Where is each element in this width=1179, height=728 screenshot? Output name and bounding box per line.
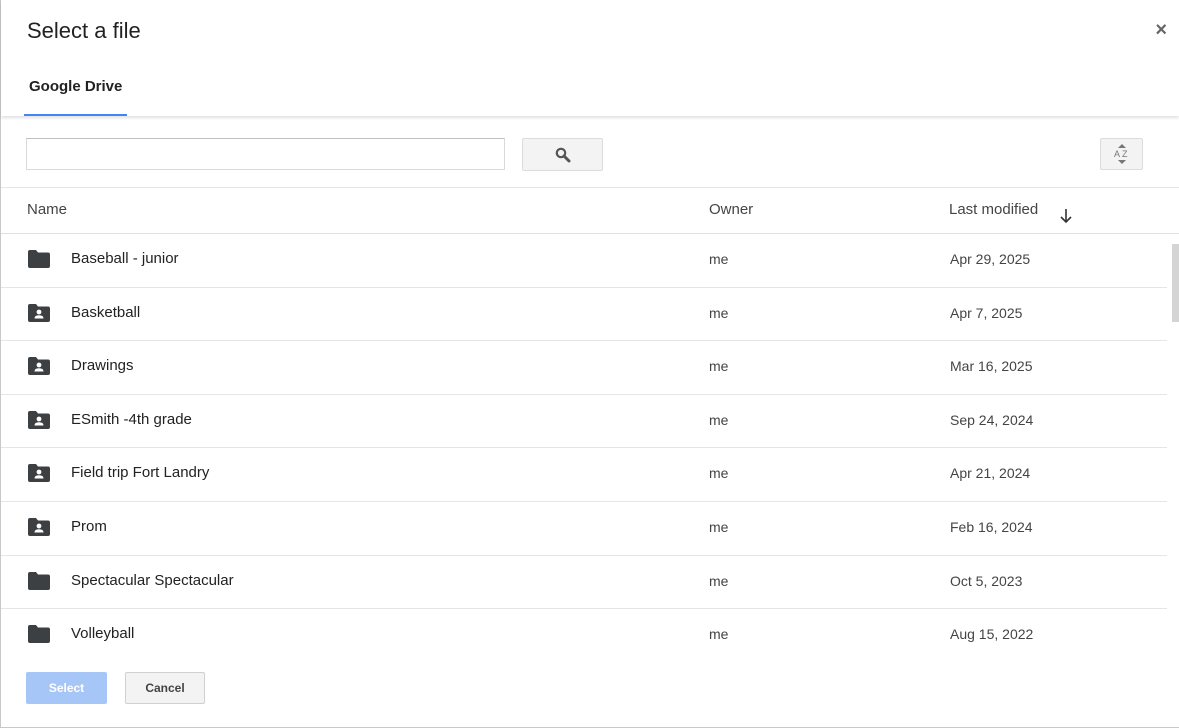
file-row[interactable]: Spectacular Spectacular me Oct 5, 2023 bbox=[1, 556, 1167, 610]
dialog-footer: Select Cancel bbox=[1, 650, 1179, 728]
cancel-button[interactable]: Cancel bbox=[125, 672, 205, 704]
file-row[interactable]: Baseball - junior me Apr 29, 2025 bbox=[1, 234, 1167, 288]
shared-folder-icon bbox=[27, 410, 51, 435]
toolbar: A Z bbox=[1, 116, 1179, 188]
svg-text:Z: Z bbox=[1122, 149, 1128, 159]
file-owner: me bbox=[709, 626, 729, 643]
file-modified: Feb 16, 2024 bbox=[950, 518, 1033, 535]
file-name: Baseball - junior bbox=[71, 250, 179, 267]
file-modified: Aug 15, 2022 bbox=[950, 626, 1034, 643]
sort-az-button[interactable]: A Z bbox=[1100, 138, 1143, 170]
svg-text:A: A bbox=[1114, 149, 1120, 159]
column-header-owner[interactable]: Owner bbox=[709, 201, 753, 218]
file-modified: Apr 21, 2024 bbox=[950, 465, 1031, 482]
file-name: ESmith -4th grade bbox=[71, 410, 192, 428]
file-row[interactable]: Drawings me Mar 16, 2025 bbox=[1, 341, 1167, 395]
file-owner: me bbox=[709, 465, 729, 482]
magnifier-icon bbox=[555, 147, 570, 162]
file-row[interactable]: ESmith -4th grade me Sep 24, 2024 bbox=[1, 395, 1167, 449]
file-modified: Apr 7, 2025 bbox=[950, 304, 1023, 321]
arrow-down-icon[interactable] bbox=[1059, 208, 1073, 224]
file-row[interactable]: Prom me Feb 16, 2024 bbox=[1, 502, 1167, 556]
search-button[interactable] bbox=[522, 138, 603, 171]
file-modified: Oct 5, 2023 bbox=[950, 572, 1023, 589]
file-name: Drawings bbox=[71, 357, 134, 375]
column-header-last-modified[interactable]: Last modified bbox=[949, 201, 1038, 218]
file-owner: me bbox=[709, 572, 729, 589]
file-picker-dialog: Select a file × Google Drive A Z Name Ow… bbox=[0, 0, 1179, 728]
scrollbar-thumb[interactable] bbox=[1172, 244, 1179, 322]
file-row[interactable]: Volleyball me Aug 15, 2022 bbox=[1, 609, 1167, 650]
close-button[interactable]: × bbox=[1155, 18, 1167, 42]
sort-az-icon: A Z bbox=[1114, 144, 1128, 164]
file-modified: Apr 29, 2025 bbox=[950, 251, 1031, 267]
shared-folder-icon bbox=[27, 463, 51, 488]
tab-google-drive[interactable]: Google Drive bbox=[24, 72, 128, 116]
folder-icon bbox=[27, 249, 51, 274]
file-modified: Sep 24, 2024 bbox=[950, 411, 1034, 428]
file-owner: me bbox=[709, 518, 729, 535]
file-name: Basketball bbox=[71, 303, 141, 321]
file-name: Prom bbox=[71, 517, 107, 535]
file-name: Spectacular Spectacular bbox=[71, 571, 234, 589]
file-modified: Mar 16, 2025 bbox=[950, 358, 1033, 375]
file-owner: me bbox=[709, 411, 729, 428]
shared-folder-icon bbox=[27, 303, 51, 328]
folder-icon bbox=[27, 571, 51, 596]
dialog-header: Select a file × Google Drive bbox=[1, 0, 1179, 116]
dialog-title: Select a file bbox=[27, 18, 141, 43]
file-owner: me bbox=[709, 251, 729, 267]
file-name: Field trip Fort Landry bbox=[71, 464, 210, 482]
file-row[interactable]: Basketball me Apr 7, 2025 bbox=[1, 288, 1167, 342]
shared-folder-icon bbox=[27, 517, 51, 542]
column-header-row: Name Owner Last modified bbox=[1, 188, 1179, 234]
folder-icon bbox=[27, 624, 51, 649]
shared-folder-icon bbox=[27, 356, 51, 381]
file-row[interactable]: Field trip Fort Landry me Apr 21, 2024 bbox=[1, 448, 1167, 502]
column-header-name[interactable]: Name bbox=[27, 201, 67, 218]
file-owner: me bbox=[709, 304, 729, 321]
file-name: Volleyball bbox=[71, 625, 135, 643]
select-button[interactable]: Select bbox=[26, 672, 107, 704]
file-owner: me bbox=[709, 358, 729, 375]
file-list: Baseball - junior me Apr 29, 2025 Basket… bbox=[1, 234, 1167, 650]
search-input[interactable] bbox=[26, 138, 505, 170]
